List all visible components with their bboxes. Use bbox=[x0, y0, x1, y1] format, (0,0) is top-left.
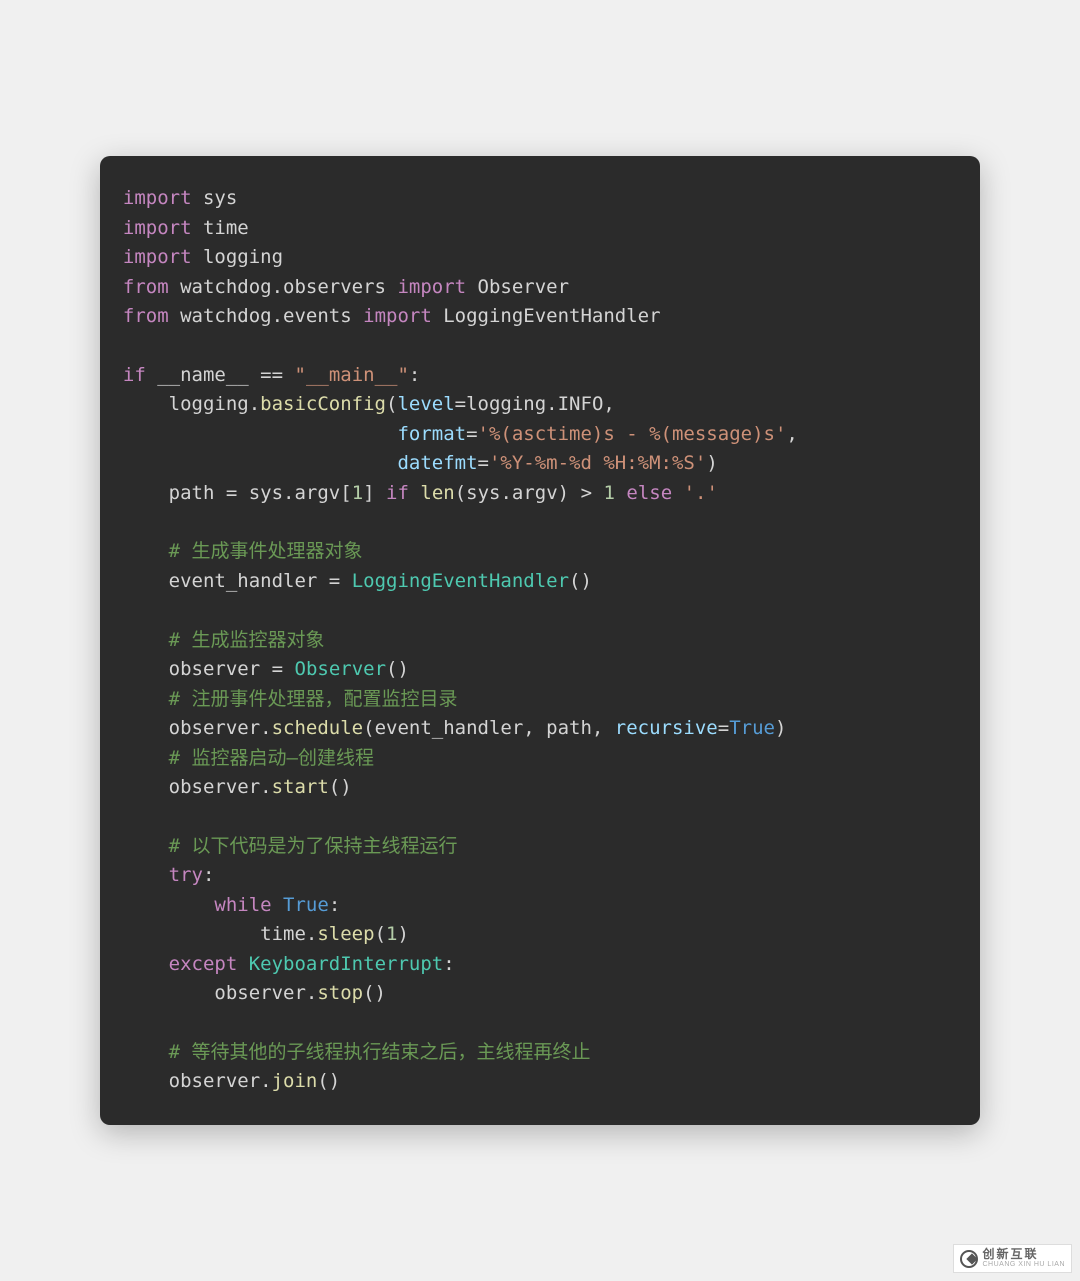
watermark-main: 创新互联 bbox=[982, 1248, 1065, 1261]
watermark-icon bbox=[960, 1250, 978, 1268]
code-block: import sys import time import logging fr… bbox=[100, 156, 980, 1125]
watermark-badge: 创新互联 CHUANG XIN HU LIAN bbox=[953, 1244, 1072, 1273]
watermark-sub: CHUANG XIN HU LIAN bbox=[982, 1261, 1065, 1269]
code-content: import sys import time import logging fr… bbox=[100, 184, 950, 1097]
